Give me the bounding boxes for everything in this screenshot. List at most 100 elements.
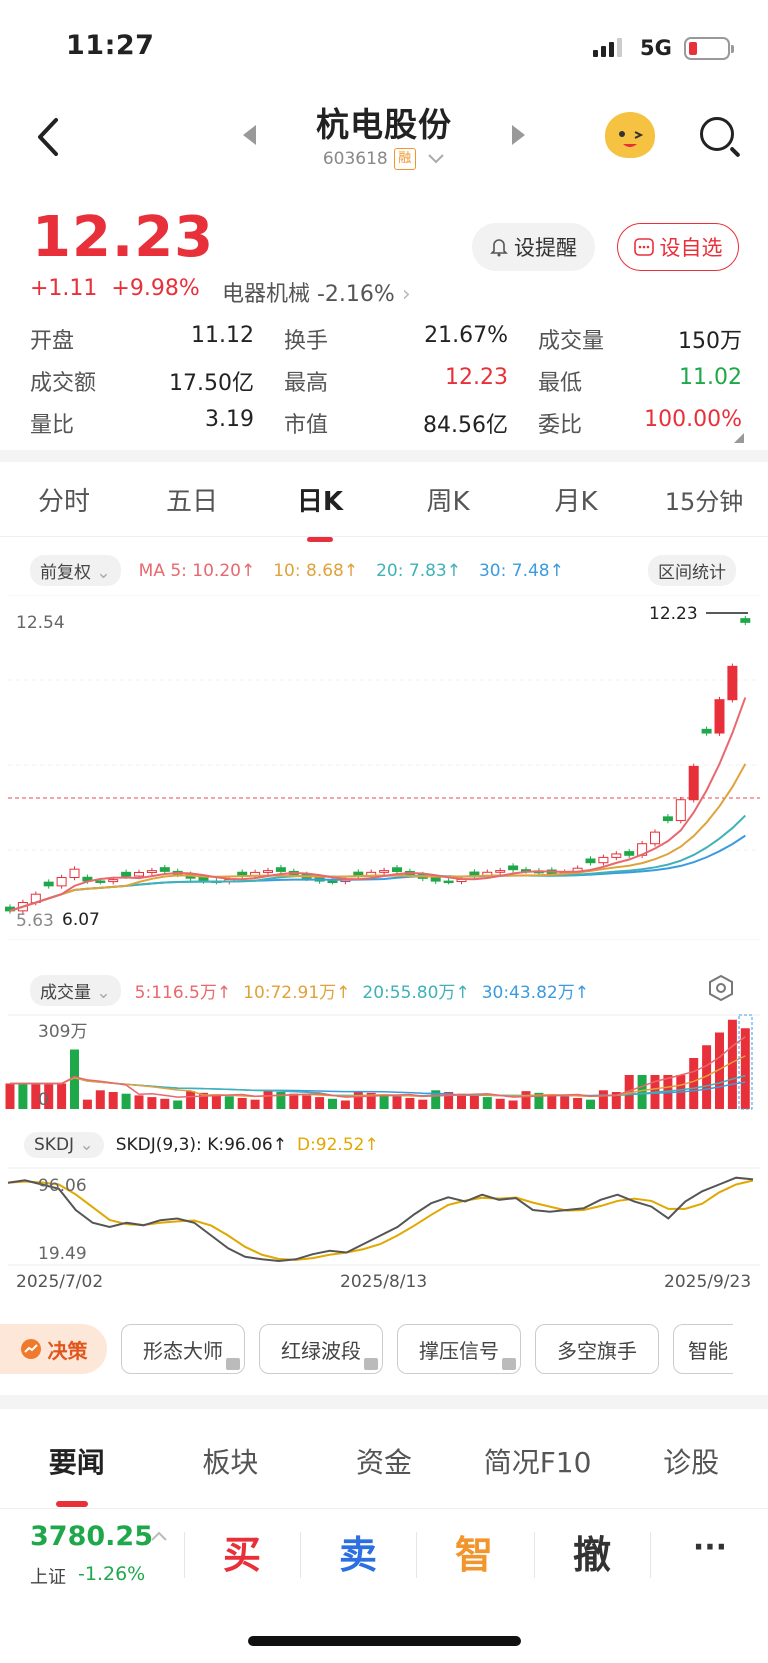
candle-body — [69, 868, 80, 879]
volume-bar — [547, 1094, 557, 1109]
buy-button[interactable]: 买 — [184, 1524, 300, 1579]
candle-body — [159, 867, 170, 872]
news-tab-3[interactable]: 简况F10 — [461, 1441, 615, 1481]
news-tab-1[interactable]: 板块 — [154, 1441, 308, 1481]
stat-cell: 最高 12.23 — [284, 365, 538, 397]
tool-smart[interactable]: 智能 — [673, 1324, 733, 1374]
volume-bar — [211, 1094, 221, 1109]
skdj-chart[interactable]: 96.06 19.49 — [0, 1166, 768, 1266]
candle-body — [108, 879, 119, 883]
skdj-params: SKDJ(9,3): K:96.06↑ — [115, 1135, 287, 1155]
tab-1[interactable]: 五日 — [128, 481, 256, 518]
volume-bar — [237, 1097, 247, 1109]
stat-value: 21.67% — [424, 323, 508, 348]
indicator-select[interactable]: SKDJ ⌄ — [24, 1132, 104, 1158]
stat-key: 市值 — [284, 413, 329, 438]
news-tab-2[interactable]: 资金 — [307, 1441, 461, 1481]
stat-cell: 量比 3.19 — [30, 407, 284, 439]
vol20-label: 20:55.80万↑ — [362, 983, 470, 1003]
stat-cell: 成交额 17.50亿 — [30, 365, 284, 397]
candle-body — [650, 831, 660, 845]
date-start: 2025/7/02 — [16, 1272, 104, 1292]
sector-link[interactable]: 电器机械 -2.16% › — [222, 276, 411, 308]
expand-corner-icon[interactable] — [734, 433, 744, 443]
candle-body — [56, 877, 67, 887]
candle-body — [121, 871, 132, 877]
tab-2[interactable]: 日K — [256, 481, 384, 542]
index-value[interactable]: 3780.25 — [30, 1521, 153, 1552]
lock-icon — [226, 1358, 240, 1370]
volume-bar — [5, 1083, 15, 1109]
candle-body — [688, 765, 699, 801]
tool-pattern-master[interactable]: 形态大师 — [121, 1324, 245, 1374]
volume-bar — [263, 1090, 273, 1109]
set-alert-button[interactable]: 设提醒 — [472, 223, 595, 271]
tab-5[interactable]: 15分钟 — [640, 482, 768, 517]
tab-4[interactable]: 月K — [512, 481, 640, 518]
search-icon[interactable] — [700, 117, 734, 151]
volume-bar — [108, 1092, 118, 1109]
cancel-order-button[interactable]: 撤 — [534, 1524, 650, 1579]
settings-hex-icon[interactable] — [706, 973, 736, 1003]
stats-grid: 开盘 11.12 换手 21.67% 成交量 150万 成交额 17.50亿 最高 12.23 最低… — [30, 318, 742, 444]
add-watchlist-button[interactable]: 设自选 — [617, 223, 739, 271]
volume-bar — [18, 1083, 28, 1109]
candle-body — [392, 867, 402, 872]
volume-chart[interactable]: 309万 0 — [0, 1013, 768, 1113]
price-last-label: 12.23 — [649, 604, 698, 624]
index-change: -1.26% — [78, 1563, 146, 1585]
volume-bar — [328, 1098, 337, 1109]
stat-value: 11.02 — [679, 365, 742, 390]
ma30-label: 30: 7.48↑ — [478, 560, 564, 581]
divider — [0, 1395, 768, 1409]
candle-body — [443, 880, 454, 884]
mascot-icon[interactable] — [605, 112, 655, 158]
candlestick-chart[interactable]: 12.54 12.23 5.63 6.07 — [0, 595, 768, 940]
tool-strip: 决策 形态大师 红绿波段 撑压信号 多空旗手 智能 — [0, 1322, 768, 1376]
news-tab-0[interactable]: 要闻 — [0, 1441, 154, 1507]
sell-button[interactable]: 卖 — [300, 1524, 416, 1579]
volume-zero-label: 0 — [38, 1090, 49, 1110]
index-name: 上证 — [30, 1567, 66, 1588]
vol10-label: 10:72.91万↑ — [243, 983, 351, 1003]
stat-key: 量比 — [30, 413, 75, 438]
adjust-select[interactable]: 前复权 ⌄ — [30, 555, 121, 586]
candle-body — [379, 870, 390, 873]
volume-bar — [405, 1097, 415, 1109]
status-time: 11:27 — [66, 30, 155, 61]
candle-body — [327, 880, 338, 884]
watchlist-icon — [633, 238, 654, 256]
tool-red-green-band[interactable]: 红绿波段 — [259, 1324, 383, 1374]
decision-button[interactable]: 决策 — [0, 1324, 107, 1374]
stock-code: 603618 — [322, 149, 388, 169]
price-change: +1.11 +9.98% — [30, 276, 200, 301]
volume-bar — [418, 1099, 428, 1109]
tool-support-signal[interactable]: 撑压信号 — [397, 1324, 521, 1374]
candle-body — [495, 870, 506, 873]
range-stat-button[interactable]: 区间统计 — [648, 555, 736, 586]
volume-bar — [82, 1099, 92, 1109]
volume-bar — [521, 1091, 531, 1109]
stat-cell: 市值 84.56亿 — [284, 407, 538, 439]
home-indicator — [248, 1636, 521, 1646]
volume-bar — [224, 1096, 234, 1109]
tab-0[interactable]: 分时 — [0, 481, 128, 518]
candle-body — [585, 858, 596, 864]
stat-value: 3.19 — [205, 407, 254, 432]
volume-bar — [147, 1097, 157, 1109]
tab-3[interactable]: 周K — [384, 481, 512, 518]
candle-body — [675, 799, 686, 822]
more-button[interactable]: ··· — [652, 1530, 768, 1565]
volume-bar — [689, 1058, 699, 1109]
price-low2-label: 6.07 — [62, 910, 100, 930]
tool-bull-bear[interactable]: 多空旗手 — [535, 1324, 659, 1374]
next-stock-icon[interactable] — [512, 125, 525, 145]
skdj-bottom-label: 19.49 — [38, 1244, 87, 1264]
smart-button[interactable]: 智 — [416, 1524, 532, 1579]
stat-key: 开盘 — [30, 329, 75, 354]
volume-bar — [353, 1091, 363, 1109]
volume-select[interactable]: 成交量 ⌄ — [30, 975, 121, 1006]
news-tab-4[interactable]: 诊股 — [614, 1441, 768, 1481]
date-mid: 2025/8/13 — [340, 1272, 428, 1292]
stat-key: 委比 — [538, 413, 583, 438]
